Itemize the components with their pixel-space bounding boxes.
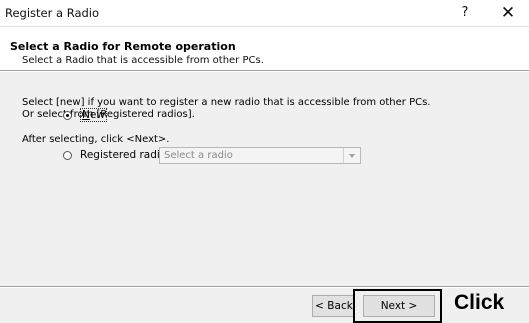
wizard-content: Select [new] if you want to register a n…: [0, 72, 529, 290]
new-radio-button[interactable]: [63, 110, 72, 120]
instruction-line-1: Select [new] if you want to register a n…: [22, 97, 431, 108]
close-button[interactable]: ✕: [494, 2, 522, 24]
new-radio-label[interactable]: New: [80, 108, 107, 122]
window-title: Register a Radio: [5, 6, 100, 20]
registered-radio-option[interactable]: Registered radios: [63, 149, 172, 161]
registered-radio-button[interactable]: [63, 150, 72, 160]
help-button[interactable]: ?: [454, 3, 476, 23]
header-title: Select a Radio for Remote operation: [10, 40, 236, 53]
registered-radio-label[interactable]: Registered radios: [80, 149, 172, 161]
instruction-line-3: After selecting, click <Next>.: [22, 134, 170, 145]
back-button[interactable]: < Back: [312, 295, 355, 317]
footer-divider-highlight: [0, 287, 529, 288]
registered-radio-combobox: Select a radio: [159, 147, 361, 164]
combobox-placeholder: Select a radio: [164, 150, 233, 161]
register-radio-dialog: Register a Radio ? ✕ Select a Radio for …: [0, 0, 529, 323]
header-subtitle: Select a Radio that is accessible from o…: [22, 55, 264, 66]
instruction-line-2: Or select from [Registered radios].: [22, 109, 195, 120]
chevron-down-icon: [343, 148, 360, 163]
wizard-header: Select a Radio for Remote operation Sele…: [0, 27, 529, 71]
new-radio-option[interactable]: New: [63, 108, 107, 122]
next-button-highlight-frame: [353, 289, 442, 323]
back-button-label: < Back: [315, 300, 353, 312]
title-bar: Register a Radio ? ✕: [0, 0, 529, 27]
click-callout: Click: [454, 291, 505, 314]
